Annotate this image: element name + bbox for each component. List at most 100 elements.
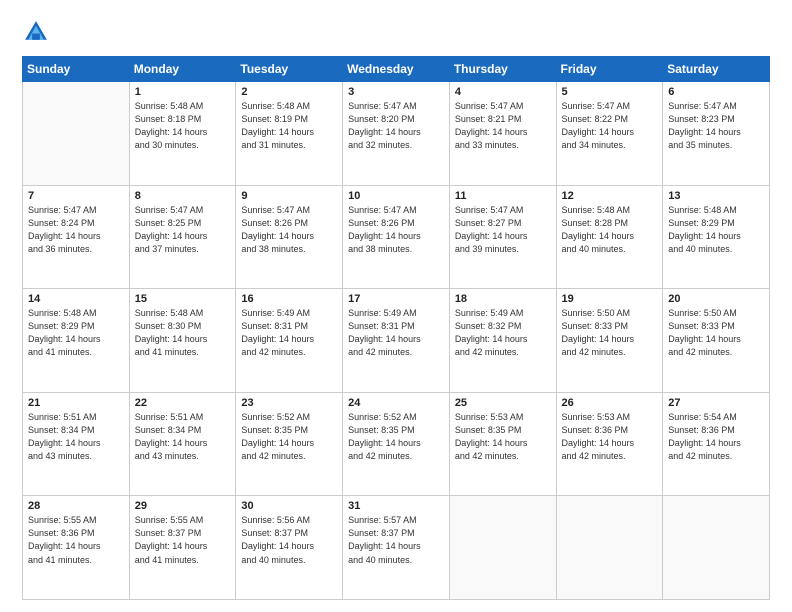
calendar-week-row: 28 Sunrise: 5:55 AM Sunset: 8:36 PM Dayli… — [23, 496, 770, 600]
calendar-cell: 28 Sunrise: 5:55 AM Sunset: 8:36 PM Dayli… — [23, 496, 130, 600]
day-number: 18 — [455, 293, 551, 305]
day-number: 9 — [241, 190, 337, 202]
day-info: Sunrise: 5:56 AM Sunset: 8:37 PM Dayligh… — [241, 514, 337, 566]
day-info: Sunrise: 5:47 AM Sunset: 8:25 PM Dayligh… — [135, 204, 231, 256]
day-number: 16 — [241, 293, 337, 305]
calendar-cell: 21 Sunrise: 5:51 AM Sunset: 8:34 PM Dayli… — [23, 392, 130, 496]
day-info: Sunrise: 5:48 AM Sunset: 8:29 PM Dayligh… — [668, 204, 764, 256]
day-info: Sunrise: 5:47 AM Sunset: 8:22 PM Dayligh… — [562, 100, 658, 152]
calendar-cell: 3 Sunrise: 5:47 AM Sunset: 8:20 PM Daylig… — [343, 82, 450, 186]
day-number: 15 — [135, 293, 231, 305]
day-number: 11 — [455, 190, 551, 202]
calendar-cell: 25 Sunrise: 5:53 AM Sunset: 8:35 PM Dayli… — [449, 392, 556, 496]
day-number: 2 — [241, 86, 337, 98]
day-info: Sunrise: 5:48 AM Sunset: 8:28 PM Dayligh… — [562, 204, 658, 256]
calendar-cell: 7 Sunrise: 5:47 AM Sunset: 8:24 PM Daylig… — [23, 185, 130, 289]
calendar-cell: 14 Sunrise: 5:48 AM Sunset: 8:29 PM Dayli… — [23, 289, 130, 393]
day-number: 30 — [241, 500, 337, 512]
day-number: 7 — [28, 190, 124, 202]
day-info: Sunrise: 5:48 AM Sunset: 8:30 PM Dayligh… — [135, 307, 231, 359]
calendar-week-row: 21 Sunrise: 5:51 AM Sunset: 8:34 PM Dayli… — [23, 392, 770, 496]
calendar-cell: 2 Sunrise: 5:48 AM Sunset: 8:19 PM Daylig… — [236, 82, 343, 186]
calendar-cell: 1 Sunrise: 5:48 AM Sunset: 8:18 PM Daylig… — [129, 82, 236, 186]
day-number: 28 — [28, 500, 124, 512]
header — [22, 18, 770, 46]
page: SundayMondayTuesdayWednesdayThursdayFrid… — [0, 0, 792, 612]
calendar-cell: 6 Sunrise: 5:47 AM Sunset: 8:23 PM Daylig… — [663, 82, 770, 186]
day-number: 27 — [668, 397, 764, 409]
calendar-cell: 24Sunrise: 5:52 AM Sunset: 8:35 PM Dayli… — [343, 392, 450, 496]
calendar-cell: 31 Sunrise: 5:57 AM Sunset: 8:37 PM Dayli… — [343, 496, 450, 600]
calendar-cell: 10 Sunrise: 5:47 AM Sunset: 8:26 PM Dayli… — [343, 185, 450, 289]
day-info: Sunrise: 5:50 AM Sunset: 8:33 PM Dayligh… — [562, 307, 658, 359]
day-info: Sunrise: 5:47 AM Sunset: 8:27 PM Dayligh… — [455, 204, 551, 256]
day-number: 19 — [562, 293, 658, 305]
day-info: Sunrise: 5:49 AM Sunset: 8:31 PM Dayligh… — [348, 307, 444, 359]
day-info: Sunrise: 5:47 AM Sunset: 8:26 PM Dayligh… — [348, 204, 444, 256]
calendar-cell: 11 Sunrise: 5:47 AM Sunset: 8:27 PM Dayli… — [449, 185, 556, 289]
calendar-cell: 19 Sunrise: 5:50 AM Sunset: 8:33 PM Dayli… — [556, 289, 663, 393]
calendar-cell: 4 Sunrise: 5:47 AM Sunset: 8:21 PM Daylig… — [449, 82, 556, 186]
calendar-cell: 26 Sunrise: 5:53 AM Sunset: 8:36 PM Dayli… — [556, 392, 663, 496]
day-info: Sunrise: 5:48 AM Sunset: 8:29 PM Dayligh… — [28, 307, 124, 359]
calendar-cell: 29 Sunrise: 5:55 AM Sunset: 8:37 PM Dayli… — [129, 496, 236, 600]
day-info: Sunrise: 5:47 AM Sunset: 8:21 PM Dayligh… — [455, 100, 551, 152]
day-info: Sunrise: 5:53 AM Sunset: 8:36 PM Dayligh… — [562, 411, 658, 463]
day-number: 29 — [135, 500, 231, 512]
calendar-cell: 12 Sunrise: 5:48 AM Sunset: 8:28 PM Dayli… — [556, 185, 663, 289]
calendar-header-friday: Friday — [556, 57, 663, 82]
calendar-table: SundayMondayTuesdayWednesdayThursdayFrid… — [22, 56, 770, 600]
day-number: 8 — [135, 190, 231, 202]
day-info: Sunrise: 5:55 AM Sunset: 8:36 PM Dayligh… — [28, 514, 124, 566]
day-number: 10 — [348, 190, 444, 202]
day-info: Sunrise: 5:54 AM Sunset: 8:36 PM Dayligh… — [668, 411, 764, 463]
day-info: Sunrise: 5:47 AM Sunset: 8:26 PM Dayligh… — [241, 204, 337, 256]
day-number: 5 — [562, 86, 658, 98]
day-info: Sunrise: 5:48 AM Sunset: 8:19 PM Dayligh… — [241, 100, 337, 152]
day-info: Sunrise: 5:49 AM Sunset: 8:31 PM Dayligh… — [241, 307, 337, 359]
calendar-cell: 15 Sunrise: 5:48 AM Sunset: 8:30 PM Dayli… — [129, 289, 236, 393]
calendar-cell: 18 Sunrise: 5:49 AM Sunset: 8:32 PM Dayli… — [449, 289, 556, 393]
day-number: 22 — [135, 397, 231, 409]
calendar-cell: 23Sunrise: 5:52 AM Sunset: 8:35 PM Dayli… — [236, 392, 343, 496]
calendar-cell: 13 Sunrise: 5:48 AM Sunset: 8:29 PM Dayli… — [663, 185, 770, 289]
calendar-header-saturday: Saturday — [663, 57, 770, 82]
calendar-cell: 9 Sunrise: 5:47 AM Sunset: 8:26 PM Daylig… — [236, 185, 343, 289]
calendar-week-row: 1 Sunrise: 5:48 AM Sunset: 8:18 PM Daylig… — [23, 82, 770, 186]
day-number: 14 — [28, 293, 124, 305]
calendar-week-row: 7 Sunrise: 5:47 AM Sunset: 8:24 PM Daylig… — [23, 185, 770, 289]
day-info: Sunrise: 5:53 AM Sunset: 8:35 PM Dayligh… — [455, 411, 551, 463]
day-number: 3 — [348, 86, 444, 98]
day-number: 25 — [455, 397, 551, 409]
day-info: Sunrise: 5:48 AM Sunset: 8:18 PM Dayligh… — [135, 100, 231, 152]
day-number: 31 — [348, 500, 444, 512]
day-number: 21 — [28, 397, 124, 409]
day-info: Sunrise: 5:47 AM Sunset: 8:24 PM Dayligh… — [28, 204, 124, 256]
day-number: 6 — [668, 86, 764, 98]
day-info: Sunrise: 5:51 AM Sunset: 8:34 PM Dayligh… — [28, 411, 124, 463]
calendar-cell — [663, 496, 770, 600]
calendar-cell: 8 Sunrise: 5:47 AM Sunset: 8:25 PM Daylig… — [129, 185, 236, 289]
calendar-cell: 5 Sunrise: 5:47 AM Sunset: 8:22 PM Daylig… — [556, 82, 663, 186]
day-number: 26 — [562, 397, 658, 409]
calendar-cell: 27 Sunrise: 5:54 AM Sunset: 8:36 PM Dayli… — [663, 392, 770, 496]
day-info: Sunrise: 5:57 AM Sunset: 8:37 PM Dayligh… — [348, 514, 444, 566]
day-number: 23 — [241, 397, 337, 409]
day-number: 17 — [348, 293, 444, 305]
day-info: Sunrise: 5:47 AM Sunset: 8:23 PM Dayligh… — [668, 100, 764, 152]
day-info: Sunrise: 5:50 AM Sunset: 8:33 PM Dayligh… — [668, 307, 764, 359]
calendar-cell: 20 Sunrise: 5:50 AM Sunset: 8:33 PM Dayli… — [663, 289, 770, 393]
day-number: 4 — [455, 86, 551, 98]
calendar-cell: 30 Sunrise: 5:56 AM Sunset: 8:37 PM Dayli… — [236, 496, 343, 600]
calendar-header-sunday: Sunday — [23, 57, 130, 82]
day-info: Sunrise: 5:51 AM Sunset: 8:34 PM Dayligh… — [135, 411, 231, 463]
calendar-header-tuesday: Tuesday — [236, 57, 343, 82]
day-number: 20 — [668, 293, 764, 305]
day-info: Sunrise: 5:49 AM Sunset: 8:32 PM Dayligh… — [455, 307, 551, 359]
day-number: 13 — [668, 190, 764, 202]
day-info: Sunrise: 5:55 AM Sunset: 8:37 PM Dayligh… — [135, 514, 231, 566]
day-number: 1 — [135, 86, 231, 98]
day-info: Sunrise: 5:47 AM Sunset: 8:20 PM Dayligh… — [348, 100, 444, 152]
day-number: 12 — [562, 190, 658, 202]
logo — [22, 18, 54, 46]
